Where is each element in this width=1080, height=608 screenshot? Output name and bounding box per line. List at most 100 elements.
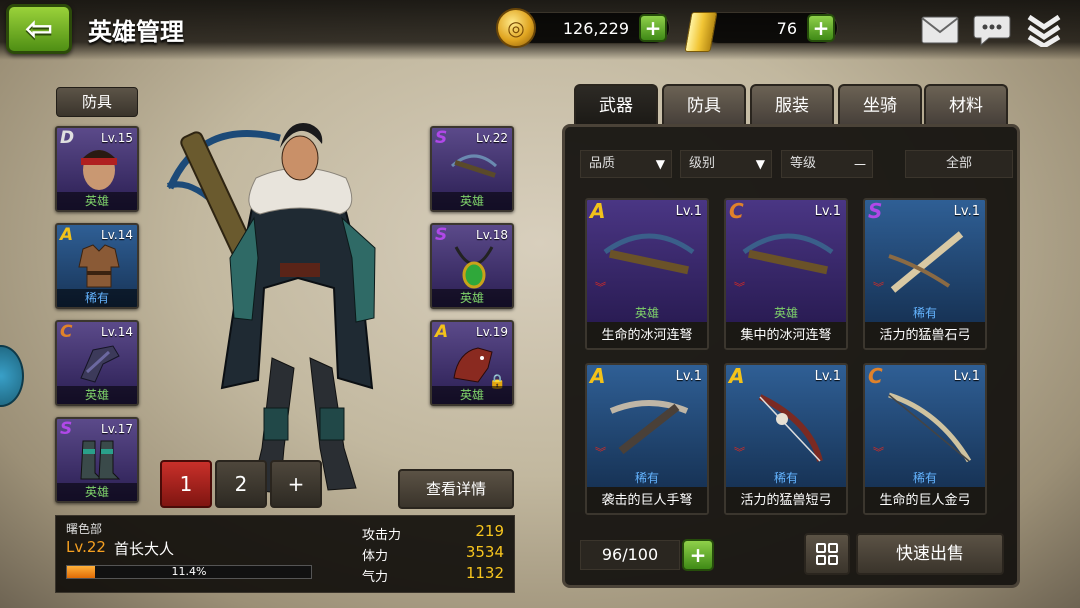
crossbow-icon xyxy=(742,233,834,275)
rarity-label: 稀有 xyxy=(57,289,137,307)
downgrade-chevron-icon: ︾ xyxy=(873,281,884,294)
gear-level: Lv.22 xyxy=(476,131,508,145)
coin-value: 126,229 xyxy=(562,19,629,38)
quick-sell-button[interactable]: 快速出售 xyxy=(856,533,1004,575)
level-sort-dash: — xyxy=(854,157,866,171)
downgrade-chevron-icon: ︾ xyxy=(873,446,884,459)
mail-icon[interactable] xyxy=(920,12,960,48)
dropdown-arrow-icon: ▼ xyxy=(755,157,765,171)
gear-slot-chest[interactable]: A Lv.14 稀有 xyxy=(55,223,139,309)
stat-label-attack: 攻击力 xyxy=(362,528,402,543)
item-level: Lv.1 xyxy=(953,369,980,384)
stat-label-hp: 体力 xyxy=(362,549,389,564)
grade-badge: A xyxy=(590,199,606,223)
view-details-button[interactable]: 查看详情 xyxy=(398,469,514,509)
grid-view-button[interactable] xyxy=(804,533,850,575)
chat-icon[interactable] xyxy=(972,12,1012,48)
quality-filter-label: 品质 xyxy=(589,156,616,171)
hero-character-image xyxy=(166,123,376,494)
hero-class: 曙色部 xyxy=(66,522,103,536)
tab-materials[interactable]: 材料 xyxy=(924,84,1008,124)
grade-badge: C xyxy=(729,199,744,223)
stat-value-hp: 3534 xyxy=(465,543,504,561)
item-level: Lv.1 xyxy=(814,369,841,384)
hero-level: Lv.22 xyxy=(66,538,106,556)
inventory-item[interactable]: A Lv.1 ︾ 稀有 袭击的巨人手弩 xyxy=(585,363,709,515)
level-sort[interactable]: 等级 — xyxy=(781,150,873,178)
gear-slot-gloves[interactable]: C Lv.14 英雄 xyxy=(55,320,139,406)
grade-badge: S xyxy=(868,199,883,223)
item-name: 活力的猛兽石弓 xyxy=(865,322,985,348)
quality-filter[interactable]: 品质 ▼ xyxy=(580,150,672,178)
inventory-item[interactable]: A Lv.1 ︾ 稀有 活力的猛兽短弓 xyxy=(724,363,848,515)
item-name: 袭击的巨人手弩 xyxy=(587,487,707,513)
item-level: Lv.1 xyxy=(953,204,980,219)
item-rarity: 英雄 xyxy=(634,306,659,320)
level-sort-label: 等级 xyxy=(790,156,817,171)
chest-armor-icon xyxy=(78,244,120,288)
gear-slot-weapon[interactable]: S Lv.22 英雄 xyxy=(430,126,514,212)
grade-badge: C xyxy=(868,364,883,388)
gear-slot-necklace[interactable]: S Lv.18 英雄 xyxy=(430,223,514,309)
grade-badge: A xyxy=(590,364,606,388)
tab-armor[interactable]: 防具 xyxy=(662,84,746,124)
boots-icon xyxy=(80,440,121,480)
stat-value-energy: 1132 xyxy=(465,564,504,582)
gear-slot-head[interactable]: D Lv.15 英雄 xyxy=(55,126,139,212)
side-drawer-handle[interactable] xyxy=(0,345,24,407)
gear-level: Lv.19 xyxy=(476,325,508,339)
filter-all-button[interactable]: 全部 xyxy=(905,150,1013,178)
downgrade-chevron-icon: ︾ xyxy=(734,281,745,294)
inventory-item[interactable]: A Lv.1 ︾ 英雄 生命的冰河连弩 xyxy=(585,198,709,350)
inventory-item[interactable]: C Lv.1 ︾ 英雄 集中的冰河连弩 xyxy=(724,198,848,350)
add-coins-button[interactable]: + xyxy=(639,14,667,42)
expand-inventory-button[interactable]: + xyxy=(682,539,714,571)
gear-slot-boots[interactable]: S Lv.17 英雄 xyxy=(55,417,139,503)
gear-level: Lv.14 xyxy=(101,325,133,339)
hero-info-panel: 曙色部 Lv.22 首长大人 11.4% 攻击力 219 体力 3534 气力 … xyxy=(55,515,515,593)
item-name: 生命的巨人金弓 xyxy=(865,487,985,513)
hero-rank: 首长大人 xyxy=(114,540,175,558)
gear-level: Lv.14 xyxy=(101,228,133,242)
add-loadout-page-button[interactable]: + xyxy=(270,460,322,508)
collapse-menu-icon[interactable] xyxy=(1024,12,1064,48)
helmet-icon xyxy=(81,150,117,190)
crossbow-icon xyxy=(603,233,695,275)
gear-level: Lv.17 xyxy=(101,422,133,436)
back-button[interactable]: ⇦ xyxy=(6,4,72,54)
loadout-page-1[interactable]: 1 xyxy=(160,460,212,508)
inventory-item[interactable]: S Lv.1 ︾ 稀有 活力的猛兽石弓 xyxy=(863,198,987,350)
grade-badge: D xyxy=(60,128,75,148)
tab-costume[interactable]: 服装 xyxy=(750,84,834,124)
gear-level: Lv.15 xyxy=(101,131,133,145)
gear-slot-mount[interactable]: A Lv.19 🔒 英雄 xyxy=(430,320,514,406)
gear-level: Lv.18 xyxy=(476,228,508,242)
grade-badge: S xyxy=(435,225,448,245)
crossbow-icon xyxy=(450,154,498,178)
short-bow-icon xyxy=(758,394,823,462)
tab-weapons[interactable]: 武器 xyxy=(574,84,658,124)
page-title: 英雄管理 xyxy=(88,18,184,46)
item-level: Lv.1 xyxy=(814,204,841,219)
gold-value: 76 xyxy=(776,19,797,38)
grade-badge: A xyxy=(435,322,449,342)
item-rarity: 稀有 xyxy=(912,306,937,320)
stat-value-attack: 219 xyxy=(475,522,504,540)
rarity-label: 英雄 xyxy=(432,289,512,307)
rarity-label: 英雄 xyxy=(57,386,137,404)
gauntlet-icon xyxy=(80,345,120,383)
rarity-label: 英雄 xyxy=(432,386,512,404)
item-rarity: 稀有 xyxy=(773,471,798,485)
item-rarity: 稀有 xyxy=(912,471,937,485)
xp-progress-bar: 11.4% xyxy=(66,565,312,579)
loadout-page-2[interactable]: 2 xyxy=(215,460,267,508)
xp-percent: 11.4% xyxy=(171,565,207,578)
item-level: Lv.1 xyxy=(675,204,702,219)
add-gold-button[interactable]: + xyxy=(807,14,835,42)
grade-badge: C xyxy=(60,322,73,342)
grade-filter[interactable]: 级别 ▼ xyxy=(680,150,772,178)
inventory-item[interactable]: C Lv.1 ︾ 稀有 生命的巨人金弓 xyxy=(863,363,987,515)
grade-badge: A xyxy=(729,364,745,388)
grade-badge: S xyxy=(60,419,73,439)
tab-mount[interactable]: 坐骑 xyxy=(838,84,922,124)
